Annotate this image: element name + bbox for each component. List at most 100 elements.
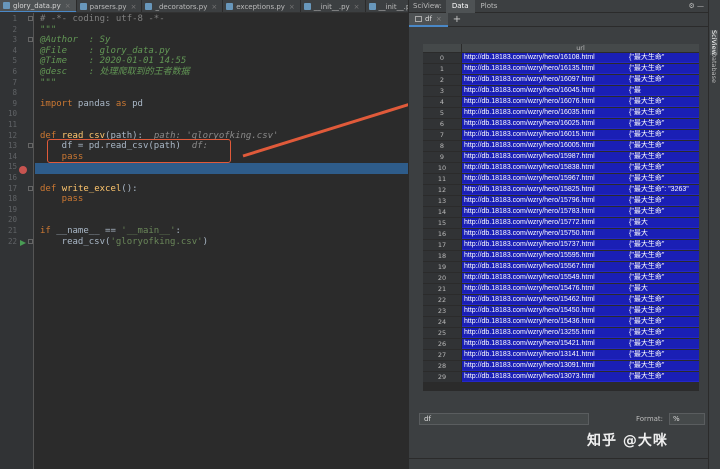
database-side-tab[interactable]: Database	[710, 52, 718, 83]
table-cell[interactable]: http://db.18183.com/wzry/hero/15595.html…	[462, 251, 699, 261]
table-row[interactable]: 13 http://db.18183.com/wzry/hero/15796.ht…	[423, 196, 699, 206]
table-cell[interactable]: http://db.18183.com/wzry/hero/13255.html…	[462, 328, 699, 338]
table-row[interactable]: 10 http://db.18183.com/wzry/hero/15838.ht…	[423, 163, 699, 173]
line-number-gutter: 1 2 3 4 5 6 7 8 9 10 11 12 13 14 15 16 17 18 19 20 21 22	[0, 13, 34, 469]
table-cell[interactable]: http://db.18183.com/wzry/hero/15967.html…	[462, 174, 699, 184]
tab-df[interactable]: df ×	[409, 12, 448, 27]
table-row[interactable]: 1 http://db.18183.com/wzry/hero/16135.htm…	[423, 64, 699, 74]
url-value: http://db.18183.com/wzry/hero/16076.html	[464, 98, 595, 105]
table-row[interactable]: 20 http://db.18183.com/wzry/hero/15549.ht…	[423, 273, 699, 283]
table-row[interactable]: 12 http://db.18183.com/wzry/hero/15825.ht…	[423, 185, 699, 195]
fold-icon[interactable]	[28, 143, 33, 148]
table-row[interactable]: 25 http://db.18183.com/wzry/hero/13255.ht…	[423, 328, 699, 338]
table-cell[interactable]: http://db.18183.com/wzry/hero/16045.html…	[462, 86, 699, 96]
fold-icon[interactable]	[28, 16, 33, 21]
table-cell[interactable]: http://db.18183.com/wzry/hero/15450.html…	[462, 306, 699, 316]
table-cell[interactable]: http://db.18183.com/wzry/hero/13073.html…	[462, 372, 699, 382]
table-row[interactable]: 11 http://db.18183.com/wzry/hero/15967.ht…	[423, 174, 699, 184]
table-row[interactable]: 2 http://db.18183.com/wzry/hero/16097.htm…	[423, 75, 699, 85]
json-value: {"最大生命"	[629, 296, 665, 303]
table-cell[interactable]: http://db.18183.com/wzry/hero/16005.html…	[462, 141, 699, 151]
column-header-url[interactable]: url	[462, 44, 699, 52]
close-icon[interactable]: ×	[436, 15, 442, 23]
table-cell[interactable]: http://db.18183.com/wzry/hero/13141.html…	[462, 350, 699, 360]
add-tab-button[interactable]: +	[448, 14, 466, 25]
breakpoint-icon[interactable]	[19, 166, 27, 174]
tab-plots[interactable]: Plots	[475, 0, 504, 13]
table-cell[interactable]: http://db.18183.com/wzry/hero/16076.html…	[462, 97, 699, 107]
table-row[interactable]: 9 http://db.18183.com/wzry/hero/15987.htm…	[423, 152, 699, 162]
run-icon[interactable]	[20, 240, 26, 246]
string-literal: '__main__'	[121, 226, 176, 236]
table-cell[interactable]: http://db.18183.com/wzry/hero/15783.html…	[462, 207, 699, 217]
table-cell[interactable]: http://db.18183.com/wzry/hero/15476.html…	[462, 284, 699, 294]
code-editor[interactable]: # -*- coding: utf-8 -*- """ @Author : Sy…	[35, 13, 408, 469]
editor-tab[interactable]: __init__.py×	[301, 0, 366, 12]
table-cell[interactable]: http://db.18183.com/wzry/hero/16108.html…	[462, 53, 699, 63]
table-cell[interactable]: http://db.18183.com/wzry/hero/13091.html…	[462, 361, 699, 371]
table-row[interactable]: 4 http://db.18183.com/wzry/hero/16076.htm…	[423, 97, 699, 107]
line-number: 5	[12, 56, 17, 66]
editor-tab[interactable]: glory_data.py ×	[0, 0, 77, 12]
table-row[interactable]: 16 http://db.18183.com/wzry/hero/15750.ht…	[423, 229, 699, 239]
table-cell[interactable]: http://db.18183.com/wzry/hero/15737.html…	[462, 240, 699, 250]
editor-tab[interactable]: _decorators.py ×	[142, 0, 224, 12]
url-value: http://db.18183.com/wzry/hero/15737.html	[464, 241, 595, 248]
table-cell[interactable]: http://db.18183.com/wzry/hero/15750.html…	[462, 229, 699, 239]
table-row[interactable]: 14 http://db.18183.com/wzry/hero/15783.ht…	[423, 207, 699, 217]
keyword: if	[40, 226, 51, 236]
table-row[interactable]: 17 http://db.18183.com/wzry/hero/15737.ht…	[423, 240, 699, 250]
fold-icon[interactable]	[28, 239, 33, 244]
table-row[interactable]: 8 http://db.18183.com/wzry/hero/16005.htm…	[423, 141, 699, 151]
table-row[interactable]: 18 http://db.18183.com/wzry/hero/15595.ht…	[423, 251, 699, 261]
line-number: 14	[7, 151, 17, 161]
table-cell[interactable]: http://db.18183.com/wzry/hero/15462.html…	[462, 295, 699, 305]
table-cell[interactable]: http://db.18183.com/wzry/hero/15567.html…	[462, 262, 699, 272]
table-row[interactable]: 15 http://db.18183.com/wzry/hero/15772.ht…	[423, 218, 699, 228]
table-row[interactable]: 19 http://db.18183.com/wzry/hero/15567.ht…	[423, 262, 699, 272]
table-row[interactable]: 0 http://db.18183.com/wzry/hero/16108.htm…	[423, 53, 699, 63]
close-icon[interactable]: ×	[354, 3, 360, 11]
table-row[interactable]: 24 http://db.18183.com/wzry/hero/15436.ht…	[423, 317, 699, 327]
table-cell[interactable]: http://db.18183.com/wzry/hero/16015.html…	[462, 130, 699, 140]
table-cell[interactable]: http://db.18183.com/wzry/hero/15421.html…	[462, 339, 699, 349]
table-row[interactable]: 26 http://db.18183.com/wzry/hero/15421.ht…	[423, 339, 699, 349]
table-row[interactable]: 23 http://db.18183.com/wzry/hero/15450.ht…	[423, 306, 699, 316]
dataframe-table[interactable]: url 0 http://db.18183.com/wzry/hero/16108…	[423, 44, 699, 391]
table-cell[interactable]: http://db.18183.com/wzry/hero/15838.html…	[462, 163, 699, 173]
fold-icon[interactable]	[28, 37, 33, 42]
table-cell[interactable]: http://db.18183.com/wzry/hero/15987.html…	[462, 152, 699, 162]
table-cell[interactable]: http://db.18183.com/wzry/hero/16135.html…	[462, 64, 699, 74]
table-cell[interactable]: http://db.18183.com/wzry/hero/16097.html…	[462, 75, 699, 85]
row-index: 27	[423, 350, 461, 360]
close-icon[interactable]: ×	[211, 3, 217, 11]
editor-tab[interactable]: parsers.py ×	[77, 0, 143, 12]
table-cell[interactable]: http://db.18183.com/wzry/hero/15772.html…	[462, 218, 699, 228]
tab-data[interactable]: Data	[445, 0, 475, 13]
close-icon[interactable]: ×	[131, 3, 137, 11]
table-cell[interactable]: http://db.18183.com/wzry/hero/16035.html…	[462, 108, 699, 118]
table-row[interactable]: 6 http://db.18183.com/wzry/hero/16025.htm…	[423, 119, 699, 129]
table-row[interactable]: 22 http://db.18183.com/wzry/hero/15462.ht…	[423, 295, 699, 305]
table-cell[interactable]: http://db.18183.com/wzry/hero/15796.html…	[462, 196, 699, 206]
table-row[interactable]: 7 http://db.18183.com/wzry/hero/16015.htm…	[423, 130, 699, 140]
table-cell[interactable]: http://db.18183.com/wzry/hero/15825.html…	[462, 185, 699, 195]
table-row[interactable]: 5 http://db.18183.com/wzry/hero/16035.htm…	[423, 108, 699, 118]
close-icon[interactable]: ×	[65, 2, 71, 10]
fold-icon[interactable]	[28, 186, 33, 191]
table-row[interactable]: 28 http://db.18183.com/wzry/hero/13091.ht…	[423, 361, 699, 371]
table-cell[interactable]: http://db.18183.com/wzry/hero/15549.html…	[462, 273, 699, 283]
table-row[interactable]: 29 http://db.18183.com/wzry/hero/13073.ht…	[423, 372, 699, 382]
row-index: 5	[423, 108, 461, 118]
table-cell[interactable]: http://db.18183.com/wzry/hero/16025.html…	[462, 119, 699, 129]
expression-input[interactable]: df	[419, 413, 589, 425]
format-input[interactable]: %	[669, 413, 705, 425]
table-row[interactable]: 27 http://db.18183.com/wzry/hero/13141.ht…	[423, 350, 699, 360]
editor-tab[interactable]: exceptions.py ×	[223, 0, 301, 12]
editor-tab[interactable]: __init__.py×	[366, 0, 408, 12]
table-row[interactable]: 3 http://db.18183.com/wzry/hero/16045.htm…	[423, 86, 699, 96]
table-row[interactable]: 21 http://db.18183.com/wzry/hero/15476.ht…	[423, 284, 699, 294]
table-cell[interactable]: http://db.18183.com/wzry/hero/15436.html…	[462, 317, 699, 327]
gear-icon[interactable]: ⚙ —	[688, 2, 708, 10]
close-icon[interactable]: ×	[289, 3, 295, 11]
